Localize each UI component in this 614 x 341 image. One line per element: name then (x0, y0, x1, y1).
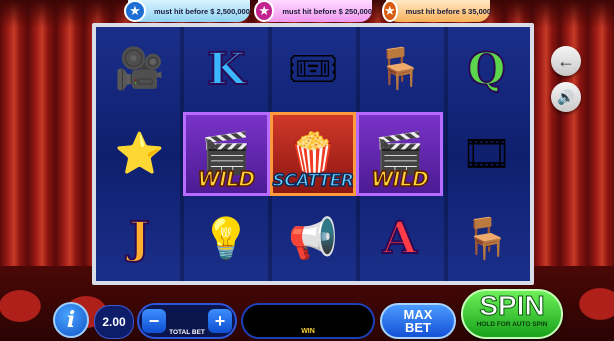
spin-hold-hint: HOLD FOR AUTO SPIN (476, 321, 548, 328)
speaker-icon: 🔊 (557, 88, 575, 105)
reels-frame: 🎥 K 🎟 🪑 Q ⭐ 🎬 WILD 🍿 SCATTER 🎬 WILD 🎞 J … (92, 23, 534, 285)
cinema-tickets-icon: 🎟 (287, 47, 339, 92)
reel-cell: 🪑 (356, 27, 443, 112)
movie-camera-icon: 🎥 (114, 47, 165, 92)
reel-cell: J (96, 196, 183, 281)
jackpot-tab-grand: ★ must hit before $ 2,500,000 (124, 0, 250, 22)
spin-label: SPIN (479, 290, 545, 321)
star-icon: ★ (254, 0, 275, 22)
sound-button[interactable]: 🔊 (551, 82, 581, 112)
star-icon: ⭐ (114, 131, 165, 176)
letter-q-symbol: Q (466, 43, 506, 96)
max-bet-button[interactable]: MAX BET (380, 303, 456, 339)
win-label: WIN (301, 328, 315, 335)
director-chair-icon: 🪑 (374, 47, 425, 92)
letter-j-symbol: J (128, 212, 151, 265)
film-reel-icon: 🎞 (461, 131, 512, 176)
letter-k-symbol: K (206, 43, 246, 96)
info-button[interactable]: i (53, 302, 89, 338)
reel-cell: K (183, 27, 270, 112)
jackpot-text: must hit before $ 250,000 (282, 6, 372, 16)
reel-cell: 🪑 (443, 196, 530, 281)
wild-label: WILD (197, 167, 256, 193)
jackpot-text: must hit before $ 35,000 (405, 6, 492, 16)
back-button[interactable]: ← (551, 46, 581, 76)
wild-label: WILD (371, 167, 430, 193)
jackpot-tab-major: ★ must hit before $ 250,000 (254, 0, 372, 22)
spin-button[interactable]: SPIN HOLD FOR AUTO SPIN (461, 289, 563, 339)
reel-cell: 🎟 (270, 27, 357, 112)
bet-value-display: 2.00 (94, 305, 134, 339)
reel-cell: 📢 (270, 196, 357, 281)
reel-cell-wild: 🎬 WILD (182, 111, 270, 197)
reel-cell: A (356, 196, 443, 281)
max-bet-label-line2: BET (405, 320, 431, 335)
jackpot-tab-minor: ★ must hit before $ 35,000 (382, 0, 492, 22)
reel-cell: 🎞 (443, 112, 530, 197)
win-display: WIN (241, 303, 375, 339)
total-bet-control: − + TOTAL BET (137, 303, 237, 339)
spotlight-icon: 💡 (201, 216, 252, 261)
jackpot-text: must hit before $ 2,500,000 (154, 6, 250, 16)
reel-cell: 🎥 (96, 27, 183, 112)
reel-cell: ⭐ (96, 112, 183, 197)
director-chair-icon: 🪑 (461, 216, 512, 261)
arrow-left-icon: ← (557, 50, 575, 71)
reel-cell-scatter: 🍿 SCATTER (269, 111, 357, 197)
star-icon: ★ (124, 0, 146, 22)
reel-cell: 💡 (183, 196, 270, 281)
star-icon: ★ (382, 0, 398, 22)
total-bet-label: TOTAL BET (169, 329, 205, 336)
scatter-label: SCATTER (272, 171, 355, 193)
reel-cell: Q (443, 27, 530, 112)
reels-grid: 🎥 K 🎟 🪑 Q ⭐ 🎬 WILD 🍿 SCATTER 🎬 WILD 🎞 J … (96, 27, 530, 281)
popcorn-icon: 🍿 (288, 131, 338, 176)
megaphone-icon: 📢 (288, 216, 338, 261)
letter-a-symbol: A (382, 212, 418, 265)
reel-cell-wild: 🎬 WILD (356, 111, 444, 197)
